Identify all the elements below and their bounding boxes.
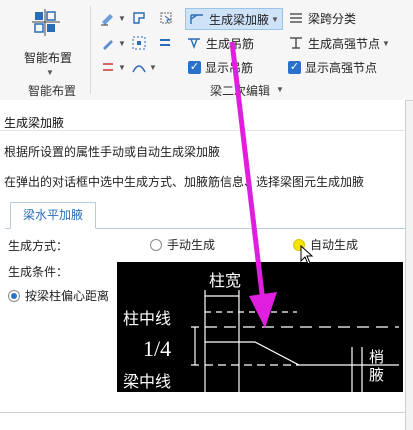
beam-tool-2-button[interactable] [131,8,147,28]
hanger-icon [188,38,200,49]
beam-span-class-label: 梁跨分类 [308,11,357,26]
beam-tool-8-button[interactable]: ▼ [131,57,157,77]
beam-swap-icon [103,63,113,71]
beam-copy-icon [160,39,170,46]
beam-span-class-button[interactable]: 梁跨分类 [288,8,356,28]
ribbon-toolbar: 智能布置 ▼ 智能布置 ▼ ▼ ▼ ▼ 生成梁加腋 ▼ 梁跨分类 生成吊筋 生成… [0,0,413,101]
col-width-text: 柱宽 [209,272,241,290]
high-node-icon [290,37,302,49]
gen-condition-label: 生成条件： [8,265,69,279]
gen-beam-haunch-label: 生成梁加腋 [209,12,270,27]
eccentric-distance-radio[interactable]: 按梁柱偏心距离 [8,287,109,304]
tooltip-description-2: 在弹出的对话框中选中生成方式、加腋筋信息、选择梁图元生成加腋 [4,175,365,189]
beam-tool-3-button[interactable] [158,8,174,28]
show-hanger-label: 显示吊筋 [205,60,254,75]
divider [0,130,405,131]
smart-layout-label: 智能布置 [23,51,72,65]
radio-icon [150,238,162,251]
beam-tool-7-button[interactable]: ▼ [100,57,126,77]
show-hanger-checkbox[interactable]: ✓ 显示吊筋 [188,57,253,77]
show-high-node-label: 显示高强节点 [305,60,378,75]
haunch-diagram-drawing: 柱宽 柱中线 1/4 梁中线 梢 腋 [123,272,399,392]
gen-hanger-button[interactable]: 生成吊筋 [186,33,254,53]
pencil-icon [103,40,113,50]
divider [0,412,405,413]
chevron-down-icon[interactable]: ▼ [46,68,54,77]
ribbon-divider [90,6,91,94]
beam-tool-1-button[interactable]: ▼ [100,8,126,28]
tooltip-panel: 生成梁加腋 根据所设置的属性手动或自动生成梁加腋 在弹出的对话框中选中生成方式、… [0,100,406,430]
beam-pick-icon [160,12,172,24]
side-text-2: 腋 [369,367,384,384]
haunch-diagram: 柱宽 柱中线 1/4 梁中线 梢 腋 [117,262,403,392]
manual-label: 手动生成 [167,238,216,252]
manual-radio[interactable]: 手动生成 [150,236,215,253]
beam-shape-icon [133,12,145,24]
tooltip-title: 生成梁加腋 [4,116,65,130]
tab-horizontal-haunch[interactable]: 梁水平加腋 [10,202,96,229]
smart-layout-icon [32,9,60,36]
gen-mode-label: 生成方式： [8,239,69,253]
show-high-node-checkbox[interactable]: ✓ 显示高强节点 [288,57,377,77]
smart-layout-button[interactable]: 智能布置 ▼ [20,6,76,77]
beam-edit-icon [101,14,113,26]
col-centerline-text: 柱中线 [123,310,171,328]
group-label-beam-edit: 梁二次编辑 [210,84,271,98]
grid-select-icon [132,36,146,50]
beam-centerline-text: 梁中线 [123,373,171,391]
haunch-icon [190,14,203,24]
side-text-1: 梢 [369,349,384,366]
checkbox-checked-icon: ✓ [188,60,201,74]
group-expand-icon[interactable]: ▼ [276,85,284,94]
beam-tool-6-button[interactable] [158,33,174,53]
gen-high-node-button[interactable]: 生成高强节点 ▼ [288,33,390,53]
eccentric-distance-label: 按梁柱偏心距离 [25,289,110,303]
auto-label: 自动生成 [310,238,359,252]
beam-arc-icon [132,65,146,73]
gen-beam-haunch-button[interactable]: 生成梁加腋 ▼ [185,8,283,30]
mouse-cursor-icon [300,245,314,265]
tooltip-description-1: 根据所设置的属性手动或自动生成梁加腋 [4,145,221,159]
beam-tool-5-button[interactable] [131,33,147,53]
gen-high-node-label: 生成高强节点 [308,36,381,51]
checkbox-checked-icon: ✓ [288,60,301,74]
beam-tool-4-button[interactable]: ▼ [100,33,126,53]
beam-span-icon [290,13,302,23]
tab-bar: 梁水平加腋 [5,202,405,229]
radio-selected-icon [8,289,20,302]
group-label-smart-layout: 智能布置 [28,84,77,98]
gen-hanger-label: 生成吊筋 [206,36,255,51]
fraction-text: 1/4 [143,336,171,361]
